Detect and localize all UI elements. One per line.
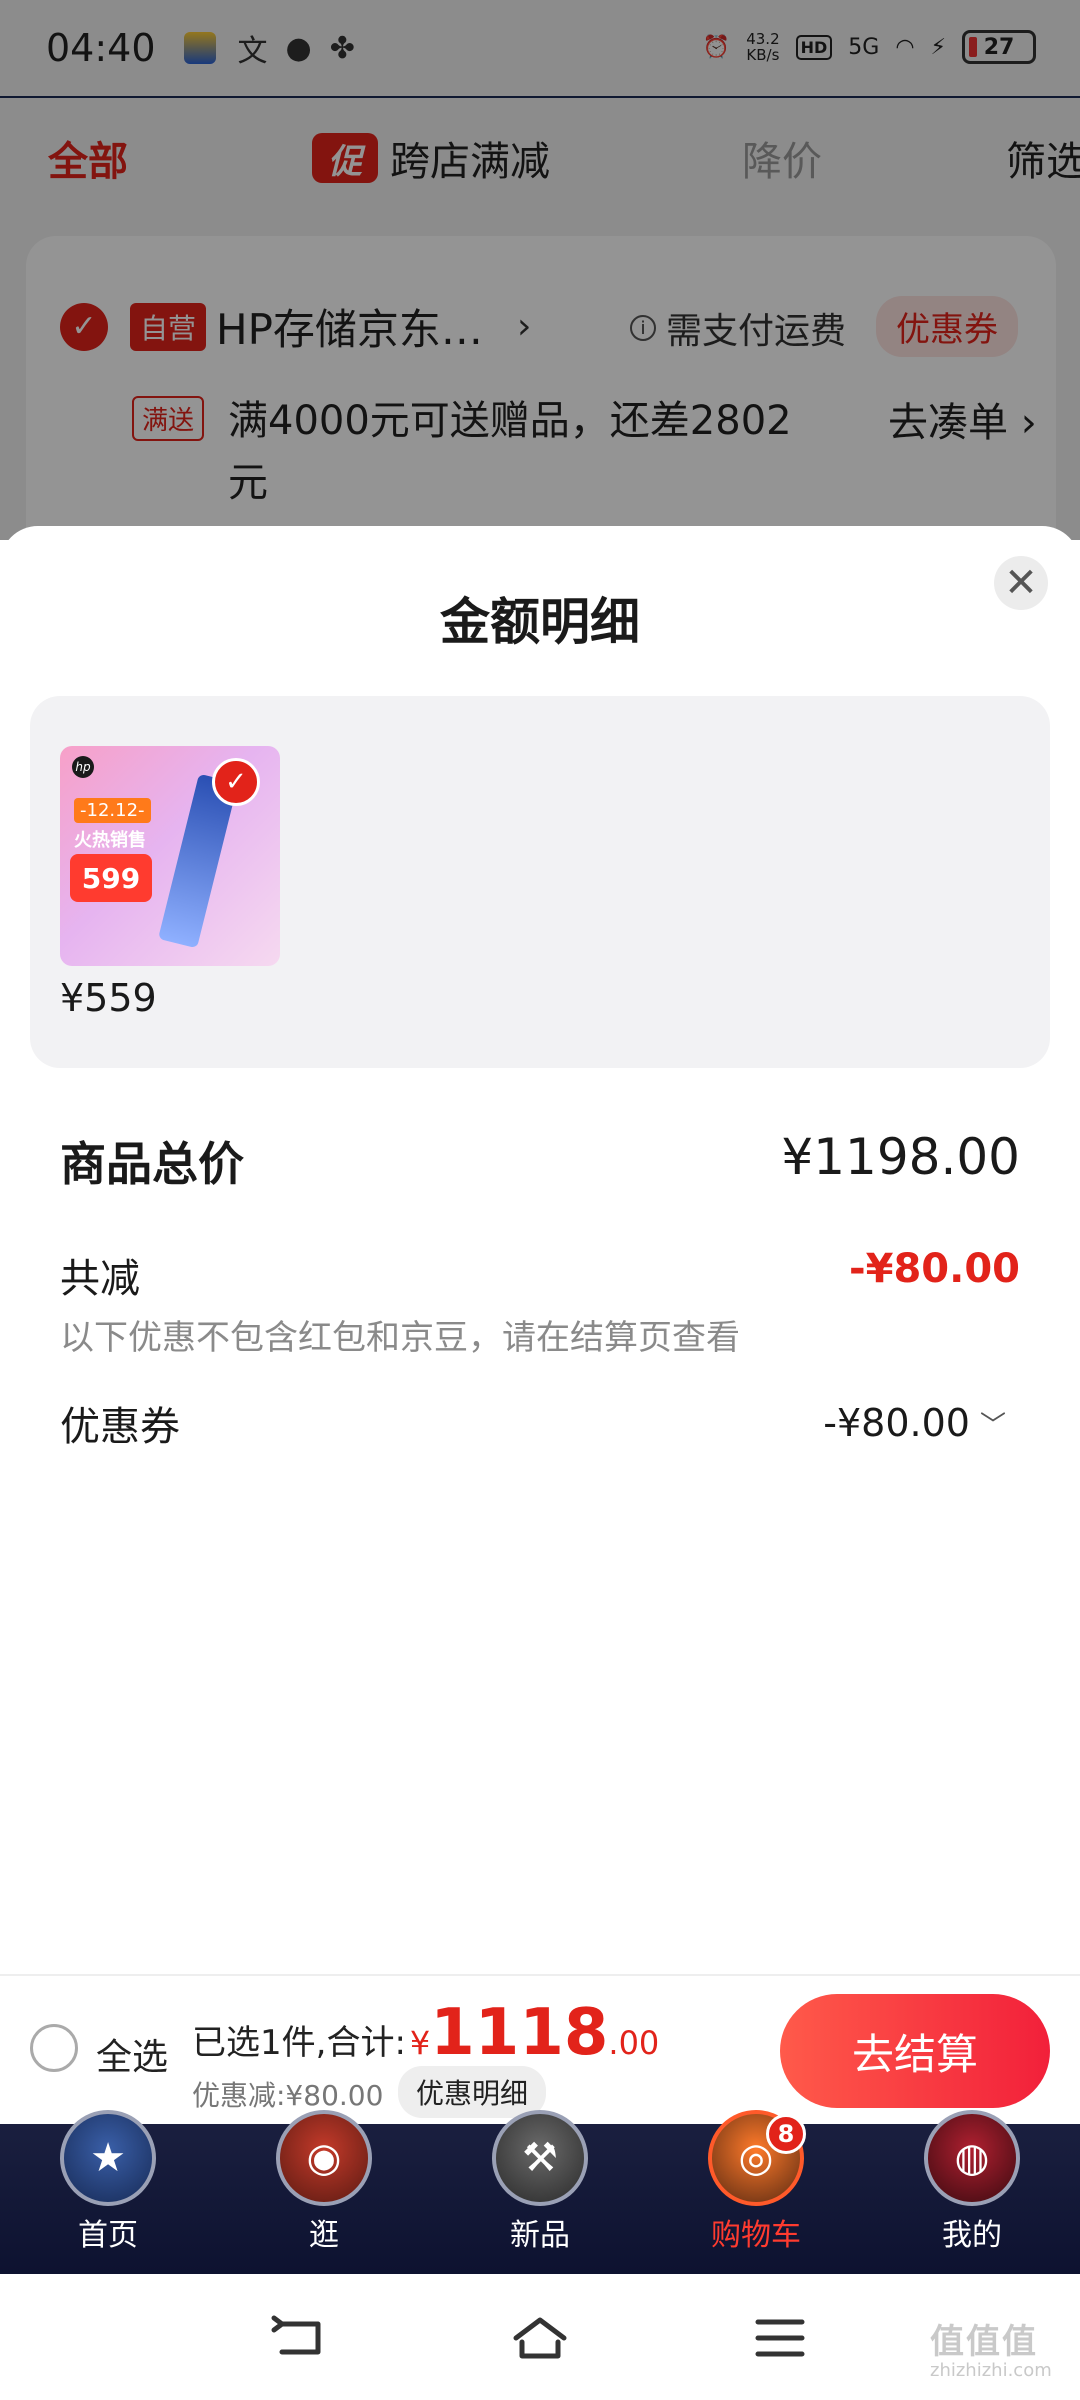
tab-cart[interactable]: ◎ 8 购物车 (648, 2110, 864, 2274)
product-check-icon[interactable]: ✓ (212, 758, 260, 806)
hp-logo-icon: hp (72, 756, 94, 778)
selected-count: 已选1件,合计: (192, 2023, 406, 2063)
reduce-amount: -¥80.00 (849, 1246, 1020, 1292)
product-image[interactable]: hp -12.12- 火热销售 599 ✓ (60, 746, 280, 966)
total-integer: 1118 (430, 1996, 609, 2070)
menu-icon[interactable] (750, 2314, 810, 2362)
total-amount: ¥1198.00 (781, 1128, 1020, 1186)
product-price: ¥559 (60, 976, 157, 1020)
watermark: 值值值 (930, 2322, 1038, 2362)
currency-symbol: ¥ (409, 2024, 431, 2062)
tab-mine[interactable]: ◍ 我的 (864, 2110, 1080, 2274)
system-navigation: 值值值 zhizhizhi.com (0, 2274, 1080, 2400)
amount-detail-sheet: 金额明细 ✕ hp -12.12- 火热销售 599 ✓ ¥559 商品总价 ¥… (0, 526, 1080, 1976)
product-list: hp -12.12- 火热销售 599 ✓ ¥559 (30, 696, 1050, 1068)
new-avatar-icon: ⚒ (492, 2110, 588, 2206)
watermark-url: zhizhizhi.com (930, 2360, 1052, 2381)
coupon-amount: -¥80.00 (823, 1401, 970, 1445)
select-all-label[interactable]: 全选 (96, 2028, 168, 2080)
tab-browse[interactable]: ◉ 逛 (216, 2110, 432, 2274)
close-icon[interactable]: ✕ (994, 556, 1048, 610)
tab-new[interactable]: ⚒ 新品 (432, 2110, 648, 2274)
cart-count-badge: 8 (766, 2114, 806, 2154)
modal-overlay[interactable] (0, 0, 1080, 540)
total-summary: 已选1件,合计: ¥ 1118 .00 (192, 1996, 659, 2070)
discount-summary: 优惠减:¥80.00 (192, 2079, 384, 2112)
product-image-label: 火热销售 (74, 830, 146, 851)
total-decimal: .00 (608, 2024, 660, 2062)
tab-label: 我的 (942, 2218, 1002, 2253)
reduce-label: 共减 (60, 1256, 140, 1302)
checkout-bar: 全选 已选1件,合计: ¥ 1118 .00 优惠减:¥80.00 优惠明细 去… (0, 1974, 1080, 2124)
coupon-label: 优惠券 (60, 1404, 180, 1450)
chevron-down-icon[interactable]: ﹀ (980, 1405, 1006, 1442)
discount-detail-button[interactable]: 优惠明细 (398, 2066, 547, 2118)
product-image-badge: -12.12- (74, 798, 151, 823)
checkout-button[interactable]: 去结算 (780, 1994, 1050, 2108)
reduce-row: 共减 -¥80.00 (60, 1246, 1020, 1304)
home-icon[interactable] (510, 2314, 570, 2362)
sheet-title: 金额明细 (440, 593, 640, 651)
tab-label: 逛 (309, 2218, 339, 2253)
home-avatar-icon: ★ (60, 2110, 156, 2206)
tab-label: 新品 (510, 2218, 570, 2253)
total-label: 商品总价 (60, 1137, 244, 1191)
coupon-row[interactable]: 优惠券 -¥80.00 ﹀ (60, 1394, 1020, 1452)
tab-label: 首页 (78, 2218, 138, 2253)
select-all-radio[interactable] (30, 2024, 78, 2072)
product-image-price: 599 (70, 854, 152, 902)
tab-label: 购物车 (711, 2218, 801, 2253)
coupon-amount-wrap: -¥80.00 ﹀ (823, 1394, 1006, 1452)
tab-bar: ★ 首页 ◉ 逛 ⚒ 新品 ◎ 8 购物车 ◍ 我的 (0, 2110, 1080, 2274)
discount-note: 以下优惠不包含红包和京豆，请在结算页查看 (60, 1318, 740, 1358)
total-row: 商品总价 ¥1198.00 (60, 1128, 1020, 1194)
tab-home[interactable]: ★ 首页 (0, 2110, 216, 2274)
mine-avatar-icon: ◍ (924, 2110, 1020, 2206)
back-icon[interactable] (270, 2314, 330, 2362)
browse-avatar-icon: ◉ (276, 2110, 372, 2206)
